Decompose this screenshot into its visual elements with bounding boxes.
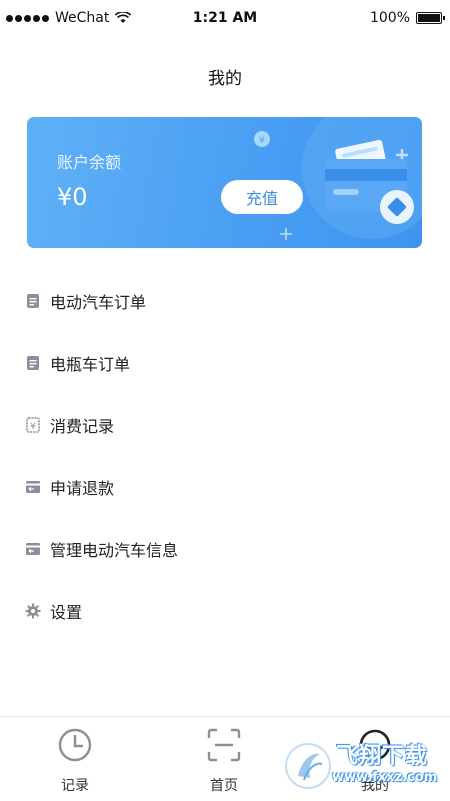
svg-text:¥: ¥: [30, 422, 36, 432]
menu-item-label: 电瓶车订单: [50, 355, 131, 374]
page-title: 我的: [208, 69, 242, 89]
status-bar: WeChat 1:21 AM 100%: [0, 0, 450, 38]
balance-card: 账户余额 ¥0 充值 ¥: [27, 117, 422, 248]
tab-records[interactable]: 记录: [25, 717, 125, 801]
menu-item-spending-records[interactable]: ¥ 消费记录: [25, 411, 114, 439]
scan-frame-icon: [207, 728, 241, 762]
battery-icon: [416, 12, 445, 24]
svg-text:¥: ¥: [259, 136, 265, 146]
tab-label: 记录: [61, 778, 89, 794]
status-right: 100%: [369, 10, 445, 26]
document-icon: [25, 293, 41, 309]
watermark-url: www.fxxz.com: [332, 770, 438, 785]
tab-label: 首页: [210, 778, 238, 794]
menu-item-manage-ev-info[interactable]: 管理电动汽车信息: [25, 535, 178, 563]
menu-item-settings[interactable]: 设置: [25, 597, 82, 625]
clock-icon: [58, 728, 92, 762]
watermark-logo-icon: [285, 743, 331, 789]
balance-amount: ¥0: [57, 183, 88, 211]
watermark: 飞翔下载 www.fxxz.com: [284, 736, 442, 796]
card-refund-icon: [25, 479, 41, 495]
battery-percent: 100%: [369, 10, 410, 26]
menu-item-label: 申请退款: [50, 479, 115, 498]
menu-item-ebike-orders[interactable]: 电瓶车订单: [25, 349, 130, 377]
document-icon: [25, 355, 41, 371]
gear-icon: [25, 603, 41, 619]
menu-item-label: 电动汽车订单: [50, 293, 147, 312]
menu-item-label: 设置: [50, 603, 83, 622]
watermark-text: 飞翔下载: [336, 744, 429, 769]
menu-item-ev-orders[interactable]: 电动汽车订单: [25, 287, 146, 315]
receipt-yen-icon: ¥: [25, 417, 41, 433]
card-manage-icon: [25, 541, 41, 557]
wallet-illustration-icon: ¥: [254, 117, 422, 240]
menu-item-label: 管理电动汽车信息: [50, 541, 179, 560]
balance-label: 账户余额: [57, 153, 122, 172]
menu-item-label: 消费记录: [50, 417, 115, 436]
menu-item-apply-refund[interactable]: 申请退款: [25, 473, 114, 501]
tab-home[interactable]: 首页: [174, 717, 274, 801]
